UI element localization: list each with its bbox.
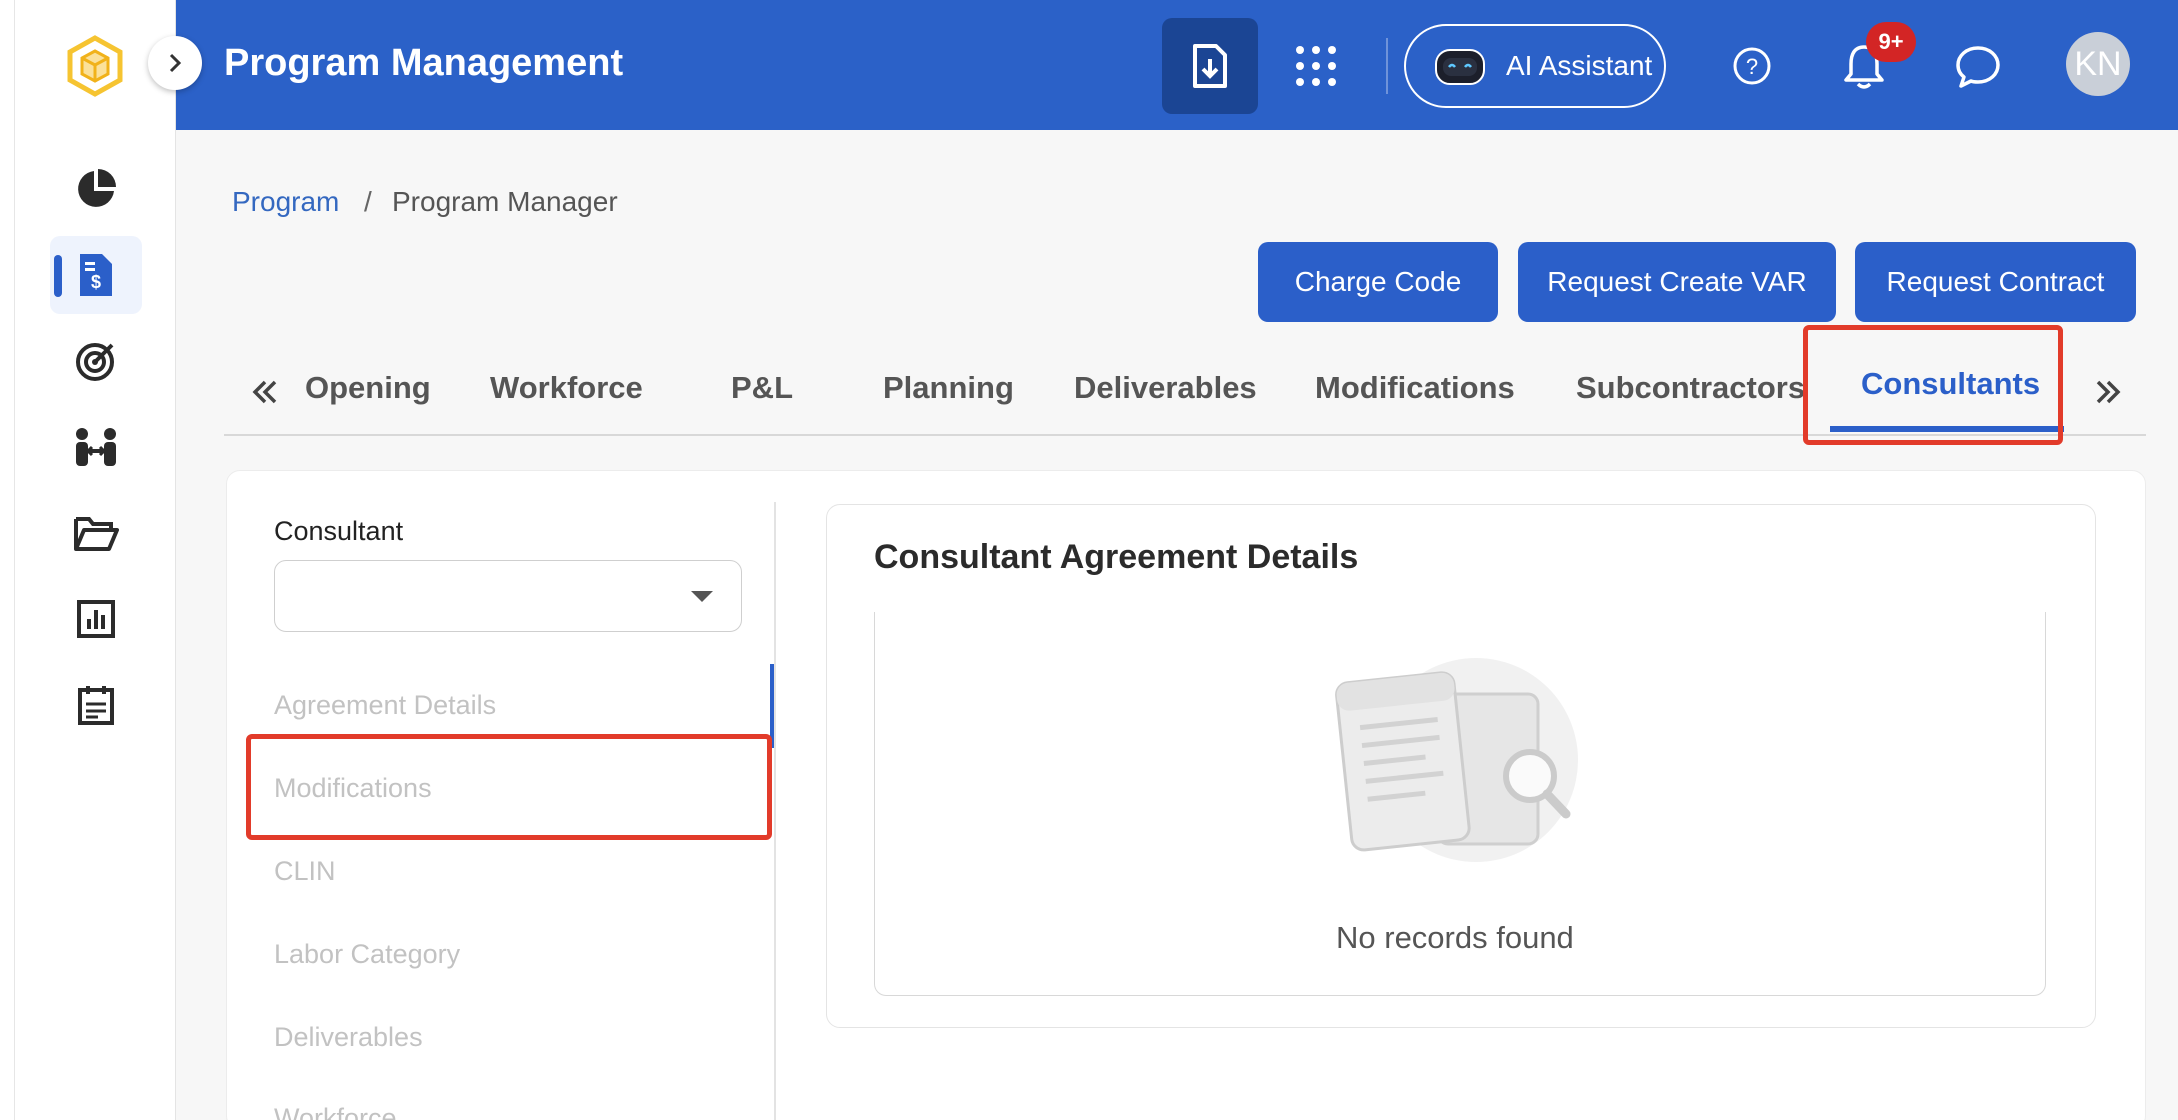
- invoice-icon: $: [80, 254, 112, 296]
- sidebar: $: [0, 0, 176, 1120]
- caret-down-icon: [691, 591, 713, 602]
- chevron-right-icon: [169, 53, 182, 73]
- nav-active-indicator: [54, 255, 62, 297]
- header-divider: [1386, 38, 1388, 94]
- tab-workforce[interactable]: Workforce: [490, 370, 643, 406]
- no-records-illustration-icon: [1335, 658, 1578, 862]
- nav-calendar[interactable]: [50, 666, 142, 744]
- logo-icon[interactable]: [64, 35, 126, 97]
- highlight-consultants-tab: [1803, 325, 2063, 445]
- section-labor-category[interactable]: Labor Category: [274, 939, 460, 970]
- section-deliverables[interactable]: Deliverables: [274, 1022, 423, 1053]
- ai-assistant-label: AI Assistant: [1506, 50, 1653, 81]
- empty-state-message: No records found: [1336, 920, 1574, 955]
- ai-assistant-button[interactable]: AI Assistant: [1404, 24, 1666, 108]
- breadcrumb-separator: /: [364, 186, 372, 217]
- tab-subcontractors[interactable]: Subcontractors: [1576, 370, 1805, 406]
- calendar-icon: [78, 686, 114, 725]
- section-divider: [774, 502, 776, 1120]
- nav-goals[interactable]: [50, 322, 142, 400]
- apps-grid-icon[interactable]: [1294, 44, 1338, 88]
- pie-chart-icon: [78, 169, 116, 207]
- nav-dashboard[interactable]: [50, 150, 142, 228]
- file-download-icon: [1193, 44, 1227, 88]
- tab-opening[interactable]: Opening: [305, 370, 431, 406]
- svg-text:$: $: [91, 272, 101, 292]
- section-agreement-details[interactable]: Agreement Details: [274, 690, 496, 721]
- notification-badge: 9+: [1866, 22, 1916, 62]
- charge-code-button[interactable]: Charge Code: [1258, 242, 1498, 322]
- nav-program[interactable]: $: [50, 236, 142, 314]
- import-button[interactable]: [1162, 18, 1258, 114]
- consultant-select[interactable]: [274, 560, 742, 632]
- svg-text:?: ?: [1746, 54, 1758, 79]
- section-clin[interactable]: CLIN: [274, 856, 336, 887]
- breadcrumb-program-link[interactable]: Program: [232, 186, 339, 218]
- tab-modifications[interactable]: Modifications: [1315, 370, 1515, 406]
- tabs-scroll-right-icon[interactable]: [2088, 372, 2128, 412]
- tab-deliverables[interactable]: Deliverables: [1074, 370, 1257, 406]
- breadcrumb-current: Program Manager: [392, 186, 618, 217]
- consultant-label: Consultant: [274, 516, 404, 546]
- request-contract-button[interactable]: Request Contract: [1855, 242, 2136, 322]
- nav-reports[interactable]: [50, 580, 142, 658]
- tabs-scroll-left-icon[interactable]: [245, 372, 285, 412]
- app-title: Program Management: [224, 42, 624, 84]
- tab-planning[interactable]: Planning: [883, 370, 1014, 406]
- user-avatar[interactable]: KN: [2066, 32, 2130, 96]
- target-icon: [76, 343, 114, 381]
- nav-team[interactable]: [50, 408, 142, 486]
- team-icon: [76, 428, 116, 466]
- section-workforce[interactable]: Workforce: [274, 1103, 397, 1120]
- top-header: Program Management AI Assistant ? 9+ KN: [176, 0, 2178, 130]
- help-icon[interactable]: ?: [1732, 46, 1772, 86]
- expand-sidebar-button[interactable]: [148, 36, 202, 90]
- highlight-modifications-section: [246, 734, 772, 840]
- folder-icon: [74, 517, 119, 551]
- bar-chart-icon: [77, 600, 115, 638]
- sidebar-edge: [14, 0, 15, 1120]
- nav-folders[interactable]: [50, 494, 142, 572]
- robot-icon: [1435, 49, 1485, 85]
- tab-pnl[interactable]: P&L: [731, 370, 793, 406]
- panel-title: Consultant Agreement Details: [874, 538, 1359, 576]
- chat-icon[interactable]: [1954, 44, 2002, 90]
- request-create-var-button[interactable]: Request Create VAR: [1518, 242, 1836, 322]
